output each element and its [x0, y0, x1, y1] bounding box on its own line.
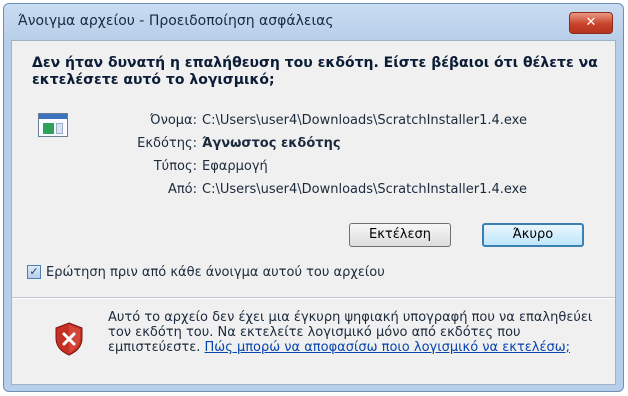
help-link[interactable]: Πώς μπορώ να αποφασίσω ποιο λογισμικό να…: [205, 340, 571, 355]
separator: [12, 297, 615, 299]
ask-before-opening-checkbox[interactable]: ✓: [27, 265, 41, 279]
close-button[interactable]: ✕: [569, 12, 613, 34]
warning-heading: Δεν ήταν δυνατή η επαλήθευση του εκδότη.…: [32, 55, 598, 88]
publisher-value: Άγνωστος εκδότης: [202, 136, 341, 151]
ask-before-opening-label[interactable]: Ερώτηση πριν από κάθε άνοιγμα αυτού του …: [46, 265, 385, 280]
dialog-body: Δεν ήταν δυνατή η επαλήθευση του εκδότη.…: [11, 40, 616, 385]
application-window-icon: [38, 113, 68, 137]
window-title: Άνοιγμα αρχείου - Προειδοποίηση ασφάλεια…: [18, 13, 334, 29]
name-value: C:\Users\user4\Downloads\ScratchInstalle…: [202, 113, 527, 128]
type-label: Τύπος:: [153, 159, 197, 174]
from-value: C:\Users\user4\Downloads\ScratchInstalle…: [202, 182, 527, 197]
name-label: Όνομα:: [150, 113, 197, 128]
publisher-label: Εκδότης:: [137, 136, 197, 151]
type-value: Εφαρμογή: [202, 159, 268, 174]
security-warning-dialog: Άνοιγμα αρχείου - Προειδοποίηση ασφάλεια…: [3, 3, 624, 392]
warning-message: Αυτό το αρχείο δεν έχει μια έγκυρη ψηφια…: [108, 310, 608, 355]
from-label: Από:: [167, 182, 197, 197]
security-shield-icon: [55, 322, 83, 356]
cancel-button[interactable]: Άκυρο: [482, 223, 584, 247]
title-bar[interactable]: Άνοιγμα αρχείου - Προειδοποίηση ασφάλεια…: [4, 4, 623, 40]
run-button[interactable]: Εκτέλεση: [349, 223, 451, 247]
close-icon: ✕: [585, 15, 597, 30]
